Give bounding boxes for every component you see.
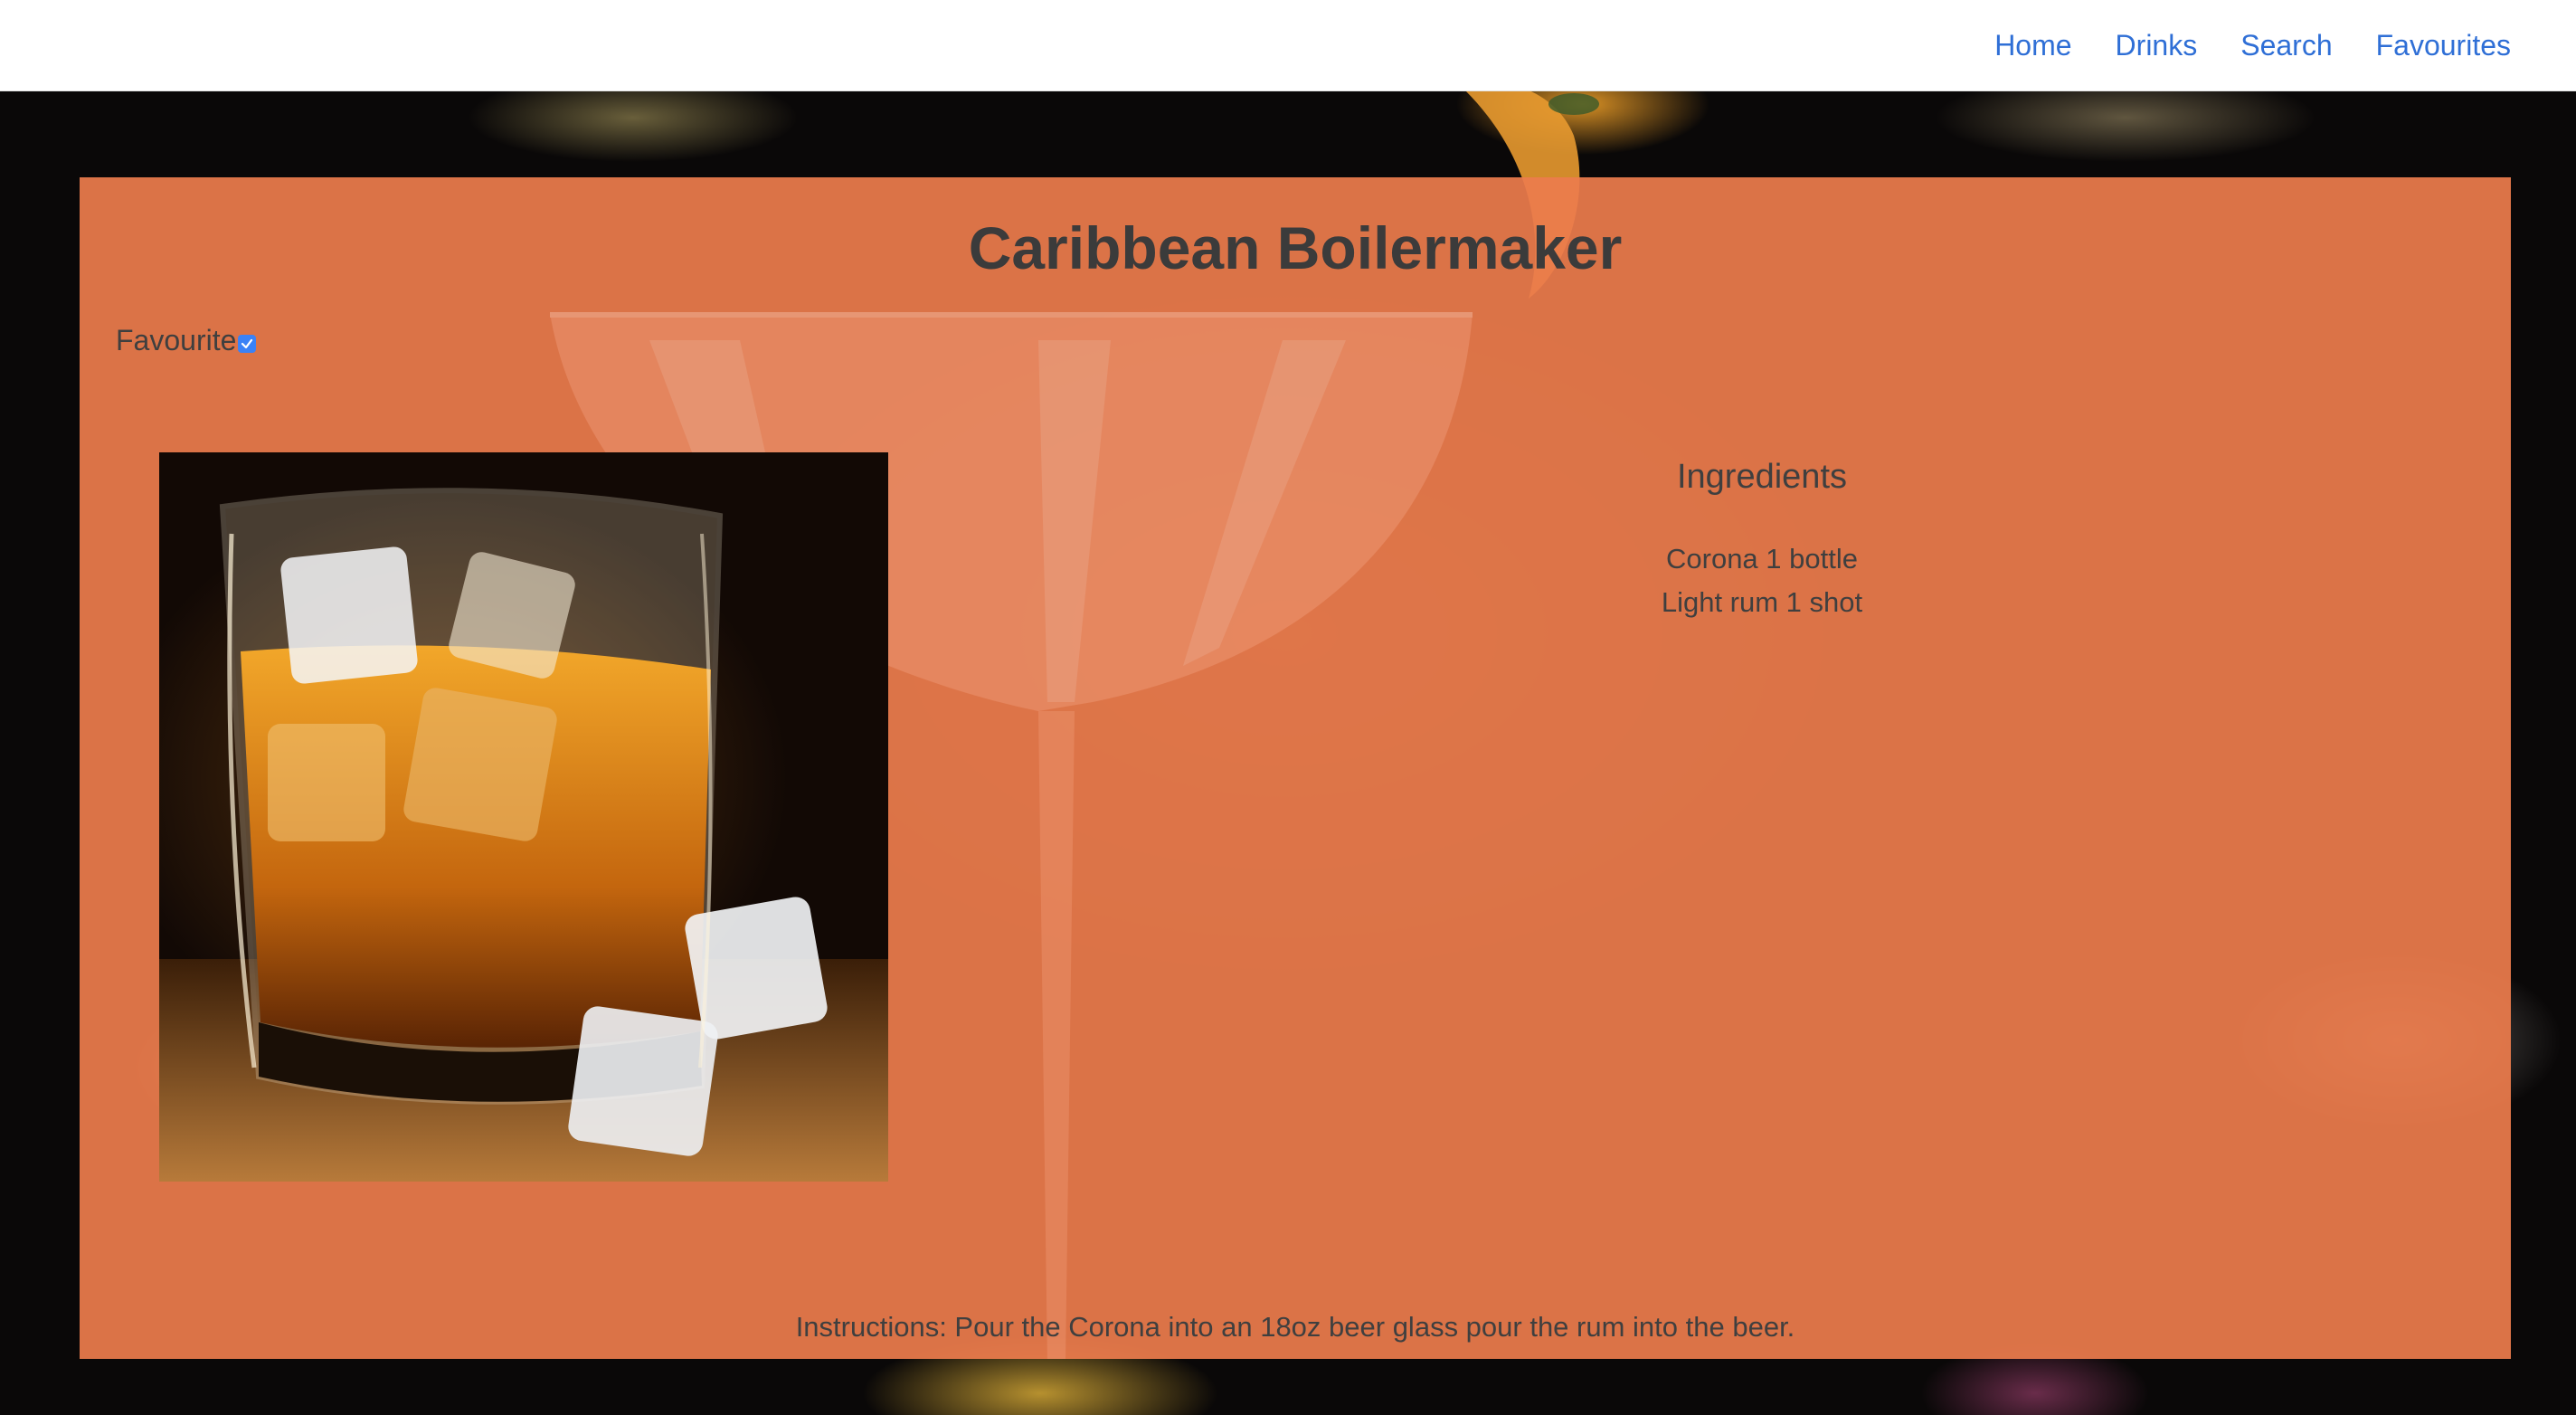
ingredient-list: Corona 1 bottle Light rum 1 shot: [1527, 537, 1997, 624]
nav-links: Home Drinks Search Favourites: [1994, 0, 2511, 90]
drink-image: [159, 452, 888, 1182]
nav-drinks-link[interactable]: Drinks: [2116, 29, 2198, 62]
ingredient-item: Light rum 1 shot: [1661, 586, 1863, 618]
checkmark-icon: [242, 338, 253, 348]
ingredients-heading: Ingredients: [1676, 458, 1847, 496]
nav-favourites-link[interactable]: Favourites: [2376, 29, 2511, 62]
nav-search-link[interactable]: Search: [2240, 29, 2332, 62]
nav-home-link[interactable]: Home: [1994, 29, 2071, 62]
ingredients-section: Ingredients Corona 1 bottle Light rum 1 …: [1527, 452, 1997, 624]
drink-detail-card: Caribbean Boilermaker Favourite Ingredie…: [80, 177, 2511, 1359]
whiskey-glass-illustration: [159, 488, 888, 1182]
favourite-label: Favourite: [116, 324, 237, 356]
drink-instructions: Instructions: Pour the Corona into an 18…: [795, 1311, 1795, 1343]
favourite-toggle-row: Favourite: [116, 324, 257, 357]
drink-title: Caribbean Boilermaker: [968, 214, 1623, 281]
top-navbar: Home Drinks Search Favourites: [0, 0, 2576, 91]
favourite-checkbox[interactable]: [238, 334, 257, 353]
ingredient-item: Corona 1 bottle: [1666, 543, 1858, 575]
